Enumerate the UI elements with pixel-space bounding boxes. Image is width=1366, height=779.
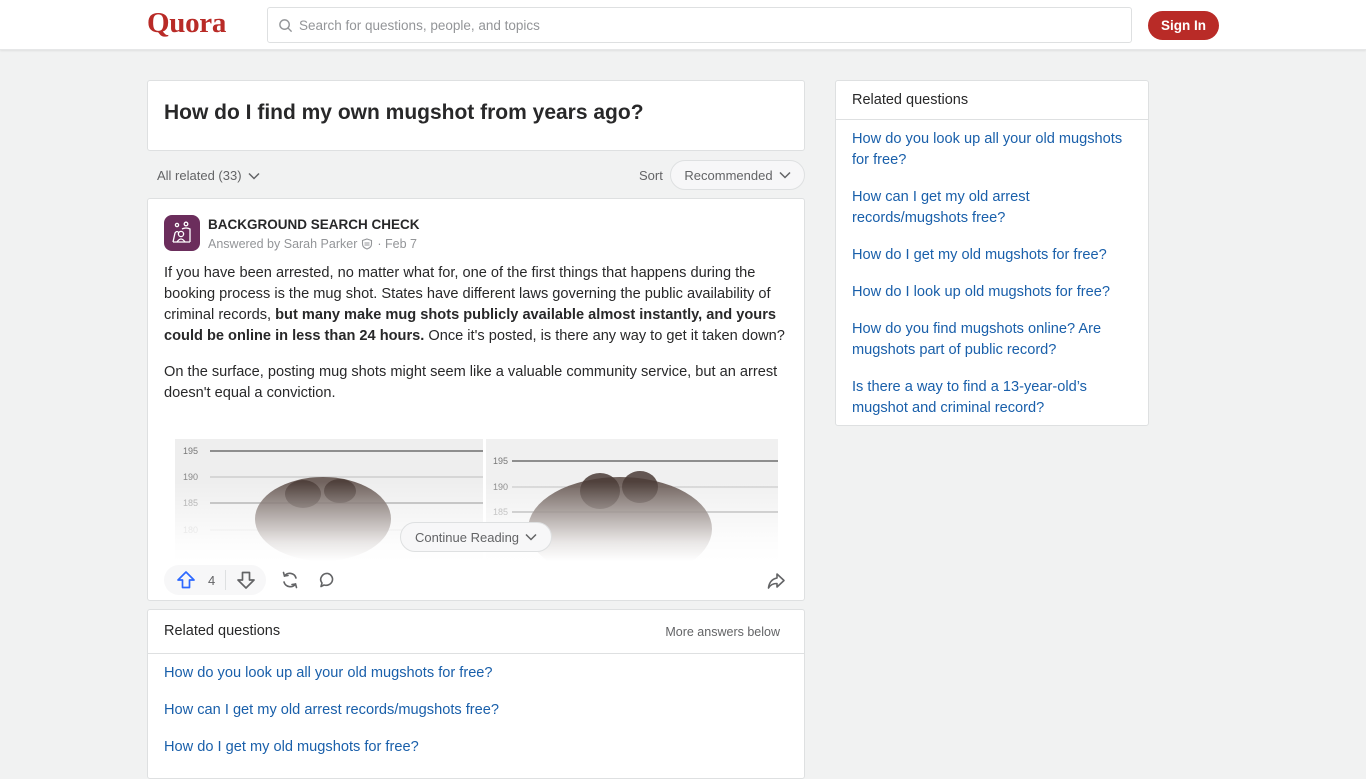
- downvote-arrow-icon: [237, 571, 256, 589]
- sort-value: Recommended: [684, 167, 773, 183]
- share-button[interactable]: [764, 569, 788, 593]
- continue-reading-label: Continue Reading: [414, 529, 520, 545]
- sidebar-question-link[interactable]: How do I look up old mugshots for free?: [852, 282, 1132, 303]
- sort-dropdown[interactable]: Recommended: [670, 160, 805, 190]
- answer-paragraph: On the surface, posting mug shots might …: [164, 364, 778, 401]
- chevron-down-icon: [248, 172, 260, 180]
- sign-in-button[interactable]: Sign In: [1148, 11, 1219, 40]
- author-avatar[interactable]: [164, 215, 200, 251]
- question-card: How do I find my own mugshot from years …: [147, 80, 805, 151]
- answer-card: BACKGROUND SEARCH CHECK Answered by Sara…: [147, 198, 805, 601]
- chevron-down-icon: [525, 533, 537, 541]
- comment-button[interactable]: [316, 568, 340, 592]
- answer-paragraph: If you have been arrested, no matter wha…: [164, 263, 792, 347]
- sidebar-list: How do you look up all your old mugshots…: [836, 120, 1148, 419]
- share-arrow-icon: [767, 573, 785, 589]
- sidebar-question-link[interactable]: How can I get my old arrest records/mugs…: [852, 187, 1132, 229]
- vote-divider: [225, 570, 227, 590]
- downvote-button[interactable]: [234, 568, 258, 592]
- search-icon: [279, 18, 293, 32]
- related-question-link[interactable]: How do I get my old mugshots for free?: [164, 738, 788, 775]
- upvote-button[interactable]: [174, 568, 198, 592]
- comment-icon: [320, 572, 334, 588]
- share-reshare-button[interactable]: [278, 568, 302, 592]
- sidebar-question-link[interactable]: Is there a way to find a 13-year-old’s m…: [852, 377, 1132, 419]
- related-title: Related questions: [164, 623, 281, 639]
- chevron-down-icon: [779, 171, 791, 179]
- sidebar-related-questions: Related questions How do you look up all…: [835, 80, 1149, 426]
- sidebar-question-link[interactable]: How do you find mugshots online? Are mug…: [852, 319, 1132, 361]
- search-input[interactable]: [299, 17, 1099, 33]
- answer-date[interactable]: · Feb 7: [377, 237, 417, 251]
- more-answers-below: More answers below: [665, 625, 780, 639]
- shield-icon: [362, 238, 373, 250]
- related-question-link[interactable]: How do you look up all your old mugshots…: [164, 664, 788, 701]
- reshare-icon: [282, 571, 298, 589]
- sidebar-question-link[interactable]: How do I get my old mugshots for free?: [852, 245, 1132, 266]
- sort-label: Sort: [639, 168, 663, 183]
- text-span: Once it's posted, is there any way to ge…: [424, 328, 785, 344]
- top-header: Quora Sign In: [0, 0, 1366, 50]
- family-icon: [172, 221, 191, 243]
- sidebar-header: Related questions: [836, 81, 1148, 120]
- all-related-label: All related (33): [157, 168, 242, 183]
- upvote-arrow-icon: [177, 571, 195, 589]
- author-name[interactable]: BACKGROUND SEARCH CHECK: [208, 217, 420, 232]
- vote-group: 4: [164, 565, 267, 595]
- quora-logo[interactable]: Quora: [147, 7, 226, 40]
- answered-by[interactable]: Answered by Sarah Parker: [208, 237, 357, 251]
- answer-body: If you have been arrested, no matter wha…: [164, 263, 792, 419]
- question-title: How do I find my own mugshot from years …: [164, 101, 644, 124]
- related-questions-inline: Related questions More answers below How…: [147, 609, 805, 779]
- continue-reading-button[interactable]: Continue Reading: [400, 522, 552, 552]
- related-list: How do you look up all your old mugshots…: [148, 654, 804, 775]
- search-bar[interactable]: [267, 7, 1132, 43]
- answer-actions: 4: [164, 565, 340, 595]
- sidebar-question-link[interactable]: How do you look up all your old mugshots…: [852, 129, 1132, 171]
- related-question-link[interactable]: How can I get my old arrest records/mugs…: [164, 701, 788, 738]
- answer-meta: Answered by Sarah Parker · Feb 7: [208, 237, 417, 251]
- upvote-count: 4: [208, 572, 216, 588]
- related-header: Related questions More answers below: [148, 610, 804, 654]
- sidebar-title: Related questions: [852, 92, 969, 108]
- all-related-dropdown[interactable]: All related (33): [157, 168, 260, 183]
